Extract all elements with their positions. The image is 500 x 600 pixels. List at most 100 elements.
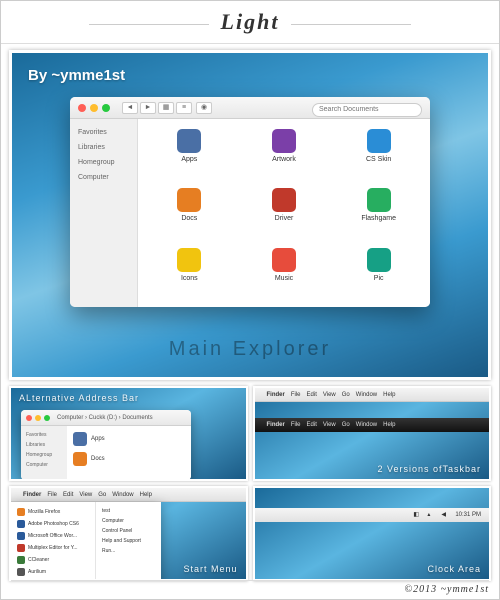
folder-item[interactable]: Driver (239, 188, 330, 237)
folder-item[interactable]: Apps (144, 129, 235, 178)
main-caption: Main Explorer (169, 338, 331, 361)
folder-item[interactable]: Music (239, 248, 330, 297)
menu-item[interactable]: File (47, 492, 57, 498)
sidebar-item[interactable]: Computer (70, 170, 137, 185)
search-input[interactable] (312, 103, 422, 117)
breadcrumb[interactable]: Computer › Cuckk (D:) › Documents (57, 415, 153, 421)
wifi-icon[interactable]: ▴ (427, 511, 435, 519)
folder-icon (73, 432, 87, 446)
mini-content: Apps Docs (67, 426, 191, 480)
folder-icon (367, 188, 391, 212)
start-menu-apps: Mozilla FirefoxAdobe Photoshop CS6Micros… (11, 502, 96, 581)
view-button[interactable]: ▦ (158, 102, 174, 114)
folder-label: Apps (91, 436, 105, 442)
start-app-item[interactable]: Adobe Photoshop CS6 (11, 518, 95, 530)
mini-sidebar: FavoritesLibrariesHomegroupComputer (21, 426, 67, 480)
minimize-icon[interactable] (35, 415, 41, 421)
nav-buttons: ◄ ► ▦ ≡ ◉ (122, 102, 212, 114)
sidebar-item[interactable]: Libraries (21, 440, 67, 450)
folder-item[interactable]: Icons (144, 248, 235, 297)
menu-item[interactable]: Edit (63, 492, 73, 498)
maximize-icon[interactable] (44, 415, 50, 421)
menu-item[interactable]: Window (112, 492, 133, 498)
start-app-item[interactable]: CCleaner (11, 554, 95, 566)
menu-item[interactable]: Help (383, 422, 395, 428)
start-place-item[interactable]: Computer (96, 516, 161, 526)
panel-caption: Start Menu (183, 564, 237, 574)
clock-time[interactable]: 10:31 PM (455, 512, 481, 518)
folder-label: Docs (181, 215, 197, 222)
folder-item[interactable]: Docs (144, 188, 235, 237)
menu-item[interactable]: View (323, 392, 336, 398)
folder-label: Docs (91, 456, 105, 462)
start-menu-popup: Mozilla FirefoxAdobe Photoshop CS6Micros… (11, 502, 161, 581)
start-app-item[interactable]: Microsoft Office Wor... (11, 530, 95, 542)
list-button[interactable]: ≡ (176, 102, 192, 114)
folder-item[interactable]: Pic (333, 248, 424, 297)
start-app-item[interactable]: Aurilium (11, 566, 95, 578)
minimize-icon[interactable] (90, 104, 98, 112)
start-app-item[interactable]: Multiplex Editor for Y... (11, 542, 95, 554)
preview-button[interactable]: ◉ (196, 102, 212, 114)
menubar-light: Finder File Edit View Go Window Help (11, 488, 246, 502)
folder-label: Music (275, 275, 293, 282)
folder-item[interactable]: Docs (73, 452, 185, 466)
icon-grid: Apps ArtworkCS Skin Docs Driver Flashgame Ico… (138, 119, 430, 307)
menu-item[interactable]: Go (98, 492, 106, 498)
menu-item[interactable]: File (291, 392, 301, 398)
folder-icon (367, 248, 391, 272)
start-place-item[interactable]: Help and Support (96, 536, 161, 546)
sidebar: FavoritesLibrariesHomegroupComputer (70, 119, 138, 307)
menu-item[interactable]: Help (140, 492, 152, 498)
close-icon[interactable] (26, 415, 32, 421)
menu-item[interactable]: Go (342, 422, 350, 428)
menu-item[interactable]: Go (342, 392, 350, 398)
app-icon (17, 508, 25, 516)
sidebar-item[interactable]: Homegroup (70, 155, 137, 170)
menu-item[interactable]: File (291, 422, 301, 428)
start-place-item[interactable]: Run... (96, 546, 161, 556)
menu-item[interactable]: Help (383, 392, 395, 398)
start-place-item[interactable]: Control Panel (96, 526, 161, 536)
start-place-item[interactable]: test (96, 506, 161, 516)
mini-explorer-window: Computer › Cuckk (D:) › Documents Favori… (21, 410, 191, 480)
folder-icon (177, 248, 201, 272)
menu-item[interactable]: Edit (307, 422, 317, 428)
menu-item[interactable]: Finder (267, 422, 285, 428)
start-app-item[interactable]: Mozilla Firefox (11, 506, 95, 518)
theme-title: Light (221, 9, 280, 34)
folder-label: Icons (181, 275, 198, 282)
sidebar-item[interactable]: Computer (21, 460, 67, 470)
menu-item[interactable]: View (323, 422, 336, 428)
sidebar-item[interactable]: Libraries (70, 140, 137, 155)
volume-icon[interactable]: ◀ (441, 511, 449, 519)
menu-item[interactable]: Window (356, 422, 377, 428)
titlebar: ◄ ► ▦ ≡ ◉ (70, 97, 430, 119)
tray-icon[interactable]: ◧ (413, 511, 421, 519)
forward-button[interactable]: ► (140, 102, 156, 114)
folder-item[interactable]: Flashgame (333, 188, 424, 237)
app-icon (17, 532, 25, 540)
back-button[interactable]: ◄ (122, 102, 138, 114)
menu-item[interactable]: Finder (267, 392, 285, 398)
menu-item[interactable]: Finder (23, 492, 41, 498)
folder-icon (177, 188, 201, 212)
maximize-icon[interactable] (102, 104, 110, 112)
folder-label: Flashgame (361, 215, 396, 222)
sidebar-item[interactable]: Homegroup (21, 450, 67, 460)
start-menu-places: testComputerControl PanelHelp and Suppor… (96, 502, 161, 581)
folder-item[interactable]: Apps (73, 432, 185, 446)
sidebar-item[interactable]: Favorites (70, 125, 137, 140)
sidebar-item[interactable]: Favorites (21, 430, 67, 440)
folder-label: Apps (181, 156, 197, 163)
menu-item[interactable]: View (79, 492, 92, 498)
menubar-light: Finder File Edit View Go Window Help (255, 388, 490, 402)
folder-item[interactable]: CS Skin (333, 129, 424, 178)
folder-item[interactable]: Artwork (239, 129, 330, 178)
menu-item[interactable]: Edit (307, 392, 317, 398)
close-icon[interactable] (78, 104, 86, 112)
app-icon (17, 568, 25, 576)
folder-label: Pic (374, 275, 384, 282)
main-explorer-showcase: By ~ymme1st ◄ ► ▦ ≡ ◉ (9, 50, 491, 380)
menu-item[interactable]: Window (356, 392, 377, 398)
